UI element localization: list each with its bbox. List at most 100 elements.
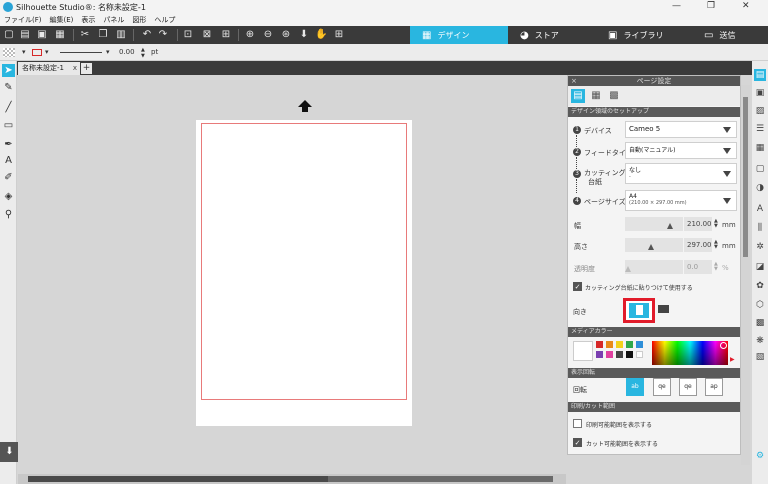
settings-gear-icon[interactable]: ⚙ xyxy=(754,450,766,462)
page-a4[interactable] xyxy=(196,120,412,426)
tab-store[interactable]: ◕ ストア xyxy=(508,26,596,44)
tab-library[interactable]: ▣ ライブラリ xyxy=(596,26,684,44)
library-panel-icon[interactable]: ▣ xyxy=(754,87,766,99)
transparency-slider[interactable] xyxy=(625,260,683,274)
text-panel-icon[interactable]: A xyxy=(754,203,766,215)
modify-panel-icon[interactable]: ◪ xyxy=(754,261,766,273)
document-tab[interactable]: 名称未設定-1 x xyxy=(18,62,80,75)
width-spinner-icon[interactable]: ▲ ▼ xyxy=(714,219,718,229)
redo-icon[interactable]: ↷ xyxy=(157,29,169,41)
zoom-out-icon[interactable]: ⊖ xyxy=(262,29,274,41)
scroll-thumb[interactable] xyxy=(743,97,748,257)
media-color-swatch[interactable] xyxy=(596,351,603,358)
design-canvas[interactable] xyxy=(18,75,566,474)
horizontal-scrollbar[interactable] xyxy=(18,474,566,484)
select-all-icon[interactable]: ⊞ xyxy=(220,29,232,41)
media-color-swatch[interactable] xyxy=(616,341,623,348)
tab-design[interactable]: ▦ デザイン xyxy=(410,26,508,44)
pattern-panel-icon[interactable]: ▧ xyxy=(754,351,766,363)
portrait-orientation-button[interactable] xyxy=(623,298,655,323)
spinner-icon[interactable]: ▲ ▼ xyxy=(141,47,145,59)
spectrum-expand-icon[interactable]: ▶ xyxy=(730,356,735,363)
close-tab-icon[interactable]: x xyxy=(73,62,77,75)
show-print-area-checkbox[interactable] xyxy=(573,419,582,428)
copy-icon[interactable]: ❐ xyxy=(97,29,109,41)
media-color-swatch[interactable] xyxy=(606,351,613,358)
panel-scrollbar[interactable] xyxy=(741,85,750,465)
minimize-button[interactable]: — xyxy=(672,1,681,11)
line-width-value[interactable]: 0.00 xyxy=(119,48,135,56)
media-color-swatch[interactable] xyxy=(636,341,643,348)
effects-panel-icon[interactable]: ❋ xyxy=(754,335,766,347)
sketch-tool-icon[interactable]: ✐ xyxy=(2,171,15,184)
selected-media-color[interactable] xyxy=(573,341,593,361)
zoom-select-icon[interactable]: ⊛ xyxy=(280,29,292,41)
zoom-in-icon[interactable]: ⊕ xyxy=(244,29,256,41)
height-slider[interactable] xyxy=(625,238,683,252)
ungroup-icon[interactable]: ⊠ xyxy=(201,29,213,41)
menu-edit[interactable]: 編集(E) xyxy=(50,14,74,26)
add-tab-button[interactable]: + xyxy=(81,63,92,74)
restore-button[interactable]: ❐ xyxy=(707,1,715,11)
line-color-swatch[interactable] xyxy=(32,49,42,56)
replicate-panel-icon[interactable]: ✿ xyxy=(754,280,766,292)
library-panel-button[interactable]: ⬇ xyxy=(0,442,19,462)
fit-page-icon[interactable]: ⊞ xyxy=(333,29,345,41)
slider-knob-icon[interactable] xyxy=(625,266,631,272)
slider-knob-icon[interactable] xyxy=(666,223,673,229)
select-tool-icon[interactable]: ➤ xyxy=(2,64,15,77)
height-spinner-icon[interactable]: ▲ ▼ xyxy=(714,240,718,250)
grid-tab-icon[interactable]: ▦ xyxy=(589,89,603,103)
use-mat-checkbox[interactable]: ✓ xyxy=(573,282,582,291)
device-select[interactable]: Cameo 5 xyxy=(625,121,737,138)
trace-panel-icon[interactable]: ▩ xyxy=(754,317,766,329)
close-panel-icon[interactable]: × xyxy=(571,76,577,86)
open-file-icon[interactable]: ▤ xyxy=(19,29,31,41)
media-color-swatch[interactable] xyxy=(626,351,633,358)
fill-pattern-icon[interactable] xyxy=(3,48,15,57)
line-tool-icon[interactable]: ╱ xyxy=(2,101,15,114)
tab-send[interactable]: ▭ 送信 xyxy=(684,26,768,44)
dropdown-arrow-icon[interactable]: ▾ xyxy=(45,48,49,56)
rotate-0-button[interactable]: ab xyxy=(626,378,644,396)
eyedropper-tool-icon[interactable]: ⚲ xyxy=(2,208,15,221)
pixscan-panel-icon[interactable]: ▨ xyxy=(754,105,766,117)
media-color-swatch[interactable] xyxy=(636,351,643,358)
width-input[interactable]: 210.00 xyxy=(684,217,712,231)
dropdown-arrow-icon[interactable]: ▾ xyxy=(106,48,110,56)
group-icon[interactable]: ⊡ xyxy=(182,29,194,41)
layers-panel-icon[interactable]: ☰ xyxy=(754,123,766,135)
eraser-tool-icon[interactable]: ◈ xyxy=(2,190,15,203)
media-color-swatch[interactable] xyxy=(616,351,623,358)
landscape-orientation-icon[interactable] xyxy=(658,305,669,313)
grid-panel-icon[interactable]: ▦ xyxy=(754,142,766,154)
rotate-90-button[interactable]: qe xyxy=(653,378,671,396)
fill-panel-icon[interactable]: ◑ xyxy=(754,182,766,194)
pan-hand-icon[interactable]: ✋ xyxy=(315,29,327,41)
height-input[interactable]: 297.00 xyxy=(684,238,712,252)
cutting-mat-select[interactable]: なし - xyxy=(625,163,737,184)
menu-view[interactable]: 表示 xyxy=(81,14,95,26)
show-cut-area-checkbox[interactable]: ✓ xyxy=(573,438,582,447)
scroll-track[interactable] xyxy=(328,476,553,482)
page-setup-panel-icon[interactable]: ▤ xyxy=(754,69,766,81)
transparency-spinner-icon[interactable]: ▲ ▼ xyxy=(714,262,718,272)
close-button[interactable]: ✕ xyxy=(742,1,750,11)
media-color-swatch[interactable] xyxy=(626,341,633,348)
slider-knob-icon[interactable] xyxy=(648,244,655,250)
align-panel-icon[interactable]: ⫼ xyxy=(754,222,766,234)
transform-panel-icon[interactable]: ✲ xyxy=(754,241,766,253)
color-spectrum-picker[interactable] xyxy=(652,341,728,365)
save-icon[interactable]: ▣ xyxy=(36,29,48,41)
rotate-270-button[interactable]: ap xyxy=(705,378,723,396)
offset-panel-icon[interactable]: ⬡ xyxy=(754,299,766,311)
media-color-swatch[interactable] xyxy=(606,341,613,348)
rectangle-tool-icon[interactable]: ▭ xyxy=(2,119,15,132)
background-tab-icon[interactable]: ▩ xyxy=(607,89,621,103)
menu-help[interactable]: ヘルプ xyxy=(154,14,175,26)
menu-file[interactable]: ファイル(F) xyxy=(4,14,42,26)
line-style-preview[interactable] xyxy=(60,52,102,53)
cut-icon[interactable]: ✂ xyxy=(79,29,91,41)
print-icon[interactable]: ▦ xyxy=(54,29,66,41)
send-panel-icon[interactable]: ▢ xyxy=(754,163,766,175)
